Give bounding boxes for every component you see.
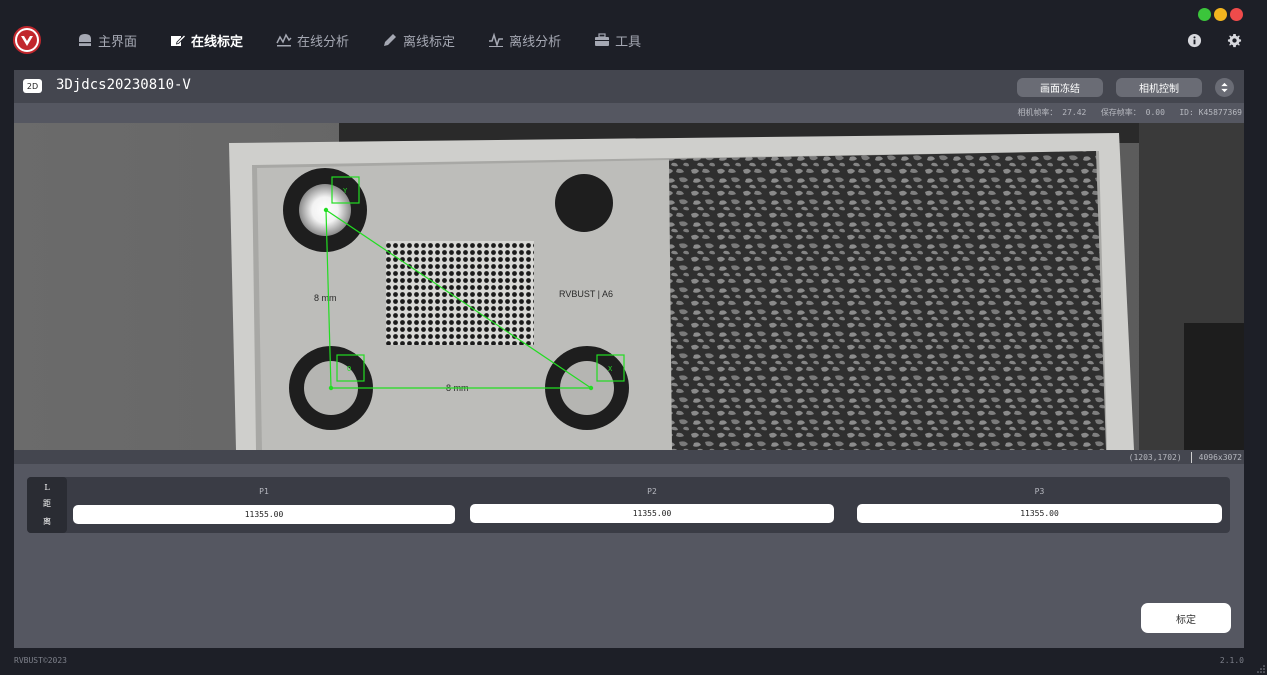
- camera-id-label: ID:: [1179, 108, 1194, 117]
- minimize-button[interactable]: [1214, 8, 1227, 21]
- p1-input[interactable]: [73, 505, 455, 524]
- toolbox-icon: [593, 31, 611, 49]
- analysis-icon: [275, 31, 293, 49]
- version-text: 2.1.0: [1219, 656, 1244, 665]
- main-nav: 主界面 在线标定 在线分析 离线标定 离线分析 工具: [76, 29, 673, 51]
- resize-grip-icon[interactable]: [1257, 665, 1265, 673]
- nav-item-label: 在线分析: [297, 34, 350, 50]
- close-button[interactable]: [1230, 8, 1243, 21]
- p3-label: P3: [1034, 487, 1045, 496]
- window-controls: [1198, 8, 1246, 21]
- distance-label: L 距 离: [27, 477, 67, 533]
- target-label: RVBUST | A6: [559, 289, 613, 299]
- distance-field-p2: P2: [470, 477, 834, 533]
- marker-o-label: O: [347, 365, 351, 373]
- distance-field-p3: P3: [857, 477, 1222, 533]
- top-right-actions: [1186, 32, 1266, 48]
- camera-image: RVBUST | A6 8 mm 8 mm Y O X: [14, 123, 1244, 450]
- camera-fps-label: 相机帧率：: [1017, 108, 1058, 117]
- maximize-button[interactable]: [1198, 8, 1211, 21]
- distance-label-char: 距: [43, 499, 51, 509]
- switch-button[interactable]: [1215, 78, 1234, 97]
- nav-item-label: 离线标定: [403, 34, 456, 50]
- camera-title: 3Djdcs20230810-V: [56, 77, 191, 93]
- p1-label: P1: [259, 487, 269, 496]
- nav-item-offline-calibration[interactable]: 离线标定: [381, 29, 455, 51]
- distance-label-char: L: [44, 483, 50, 493]
- camera-panel: 2D 3Djdcs20230810-V 画面冻结 相机控制 相机帧率： 27.4…: [14, 70, 1244, 648]
- distance-field-p1: P1: [73, 477, 455, 533]
- app-logo: [13, 26, 41, 54]
- top-bar: 主界面 在线标定 在线分析 离线标定 离线分析 工具: [0, 0, 1267, 70]
- viewer-status-bar: (1203,1702) 4096x3072: [14, 450, 1244, 464]
- nav-item-label: 主界面: [98, 34, 138, 50]
- gear-icon[interactable]: [1226, 32, 1242, 48]
- image-resolution: 4096x3072: [1198, 453, 1242, 462]
- divider: [1190, 452, 1192, 463]
- viewer-coords: (1203,1702) 4096x3072: [1129, 452, 1242, 463]
- wave-icon: [487, 31, 505, 49]
- nav-item-label: 工具: [615, 34, 642, 50]
- point-origin: [328, 385, 334, 391]
- camera-fps-value: 27.42: [1062, 108, 1087, 117]
- panel-header: 2D 3Djdcs20230810-V 画面冻结 相机控制: [14, 70, 1244, 103]
- camera-stats: 相机帧率： 27.42 保存帧率： 0.00 ID: K45877369: [1017, 107, 1242, 118]
- nav-item-home[interactable]: 主界面: [76, 29, 137, 51]
- copyright-text: RVBUST©2023: [14, 656, 67, 665]
- mode-badge: 2D: [23, 79, 42, 93]
- swap-icon: [1221, 82, 1228, 93]
- pen-icon: [381, 31, 399, 49]
- camera-control-button[interactable]: 相机控制: [1116, 78, 1202, 97]
- nav-item-online-calibration[interactable]: 在线标定: [169, 29, 243, 51]
- save-fps-value: 0.00: [1145, 108, 1165, 117]
- point-x: [588, 385, 594, 391]
- distance-row: L 距 离 P1 P2 P3: [27, 477, 1230, 533]
- camera-id-value: K45877369: [1198, 108, 1242, 117]
- p2-input[interactable]: [470, 504, 834, 523]
- cursor-position: (1203,1702): [1128, 453, 1182, 462]
- home-icon: [76, 31, 94, 49]
- calibrate-button[interactable]: 标定: [1141, 603, 1231, 633]
- point-y: [323, 207, 329, 213]
- freeze-frame-button[interactable]: 画面冻结: [1017, 78, 1103, 97]
- nav-item-label: 在线标定: [191, 34, 244, 50]
- nav-item-tools[interactable]: 工具: [593, 29, 641, 51]
- p2-label: P2: [647, 487, 657, 496]
- nav-item-label: 离线分析: [509, 34, 562, 50]
- distance-label-char: 离: [43, 516, 51, 526]
- info-icon[interactable]: [1186, 32, 1202, 48]
- camera-view[interactable]: RVBUST | A6 8 mm 8 mm Y O X: [14, 123, 1244, 450]
- edit-icon: [169, 31, 187, 49]
- vertical-dimension: 8 mm: [314, 293, 337, 303]
- nav-item-online-analysis[interactable]: 在线分析: [275, 29, 349, 51]
- save-fps-label: 保存帧率：: [1100, 108, 1141, 117]
- nav-item-offline-analysis[interactable]: 离线分析: [487, 29, 561, 51]
- p3-input[interactable]: [857, 504, 1222, 523]
